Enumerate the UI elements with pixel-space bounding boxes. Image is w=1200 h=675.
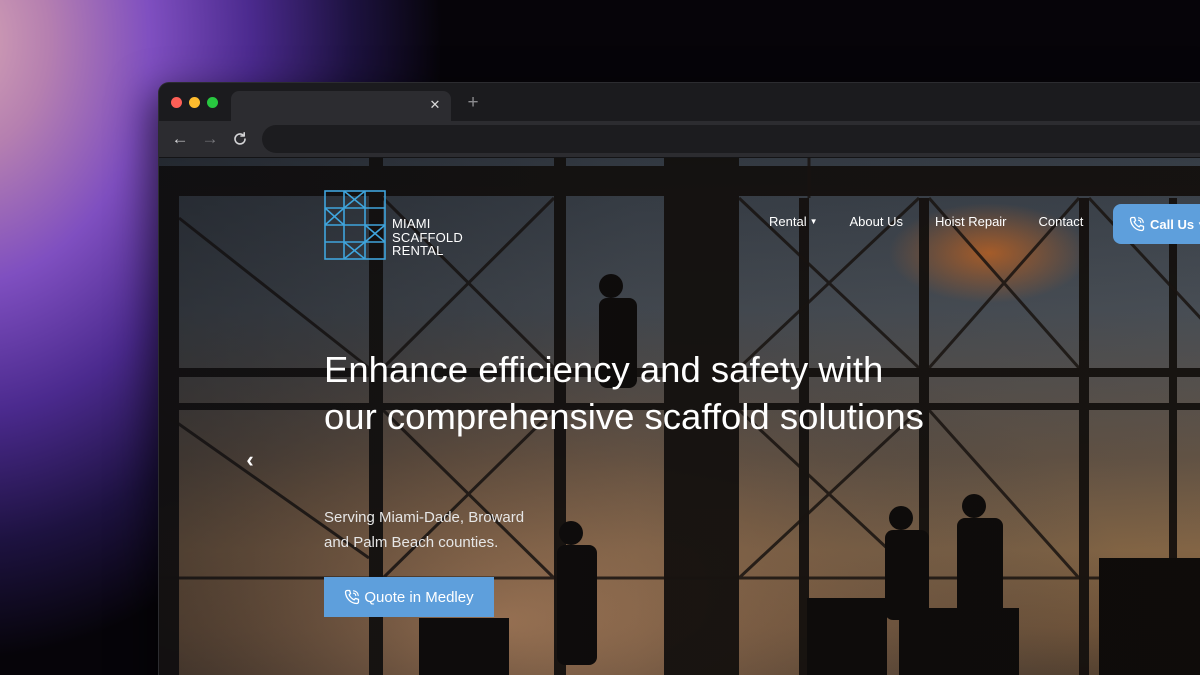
phone-icon bbox=[344, 589, 360, 605]
tab-bar: ✕ + bbox=[159, 83, 1200, 121]
quote-in-medley-button[interactable]: Quote in Medley bbox=[324, 577, 494, 617]
plus-icon[interactable]: + bbox=[463, 93, 483, 113]
nav-item-rental-label: Rental bbox=[769, 214, 807, 229]
logo-line-3: RENTAL bbox=[392, 243, 444, 258]
call-us-label: Call Us bbox=[1150, 216, 1195, 232]
reload-icon[interactable] bbox=[230, 129, 250, 149]
main-nav: Rental ▼ About Us Hoist Repair Contact bbox=[769, 214, 1115, 229]
hero-subtext-line-1: Serving Miami-Dade, Broward bbox=[324, 509, 525, 526]
close-icon[interactable]: ✕ bbox=[427, 96, 443, 114]
hero-subtext-line-2: and Palm Beach counties. bbox=[324, 534, 499, 551]
logo-line-1: MIAMI bbox=[392, 216, 431, 231]
nav-item-hoist-repair[interactable]: Hoist Repair bbox=[935, 214, 1007, 229]
nav-item-contact[interactable]: Contact bbox=[1039, 214, 1084, 229]
active-tab[interactable]: ✕ bbox=[231, 91, 451, 121]
quote-button-label: Quote in Medley bbox=[364, 588, 474, 606]
nav-item-rental[interactable]: Rental ▼ bbox=[769, 214, 818, 229]
chevron-left-icon[interactable]: ‹ bbox=[239, 449, 261, 471]
nav-item-contact-label: Contact bbox=[1038, 214, 1084, 229]
logo-wordmark: MIAMI SCAFFOLD RENTAL bbox=[392, 217, 463, 258]
address-bar[interactable] bbox=[262, 125, 1200, 153]
browser-window: ✕ + ← → MIAMI SCAFFOLD RENTAL Rental ▼ A… bbox=[159, 83, 1200, 675]
minimize-window-button[interactable] bbox=[189, 97, 200, 108]
logo-line-2: SCAFFOLD bbox=[392, 229, 463, 245]
hero-headline: Enhance efficiency and safety with our c… bbox=[324, 349, 924, 437]
nav-item-about-us[interactable]: About Us bbox=[850, 214, 903, 229]
nav-item-hoist-repair-label: Hoist Repair bbox=[934, 214, 1007, 229]
nav-item-about-us-label: About Us bbox=[849, 214, 903, 229]
call-us-button[interactable]: Call Us▼ bbox=[1113, 204, 1200, 244]
arrow-right-icon[interactable]: → bbox=[200, 129, 220, 149]
caret-down-icon: ▼ bbox=[809, 217, 818, 226]
browser-toolbar: ← → bbox=[159, 121, 1200, 158]
close-window-button[interactable] bbox=[171, 97, 182, 108]
site-logo[interactable]: MIAMI SCAFFOLD RENTAL bbox=[324, 190, 494, 260]
phone-icon bbox=[1129, 216, 1145, 232]
maximize-window-button[interactable] bbox=[207, 97, 218, 108]
page-viewport: MIAMI SCAFFOLD RENTAL Rental ▼ About Us H… bbox=[159, 158, 1200, 675]
scaffold-logo-icon bbox=[324, 190, 386, 260]
hero-subtext: Serving Miami-Dade, Broward and Palm Bea… bbox=[324, 505, 584, 555]
arrow-left-icon[interactable]: ← bbox=[170, 129, 190, 149]
